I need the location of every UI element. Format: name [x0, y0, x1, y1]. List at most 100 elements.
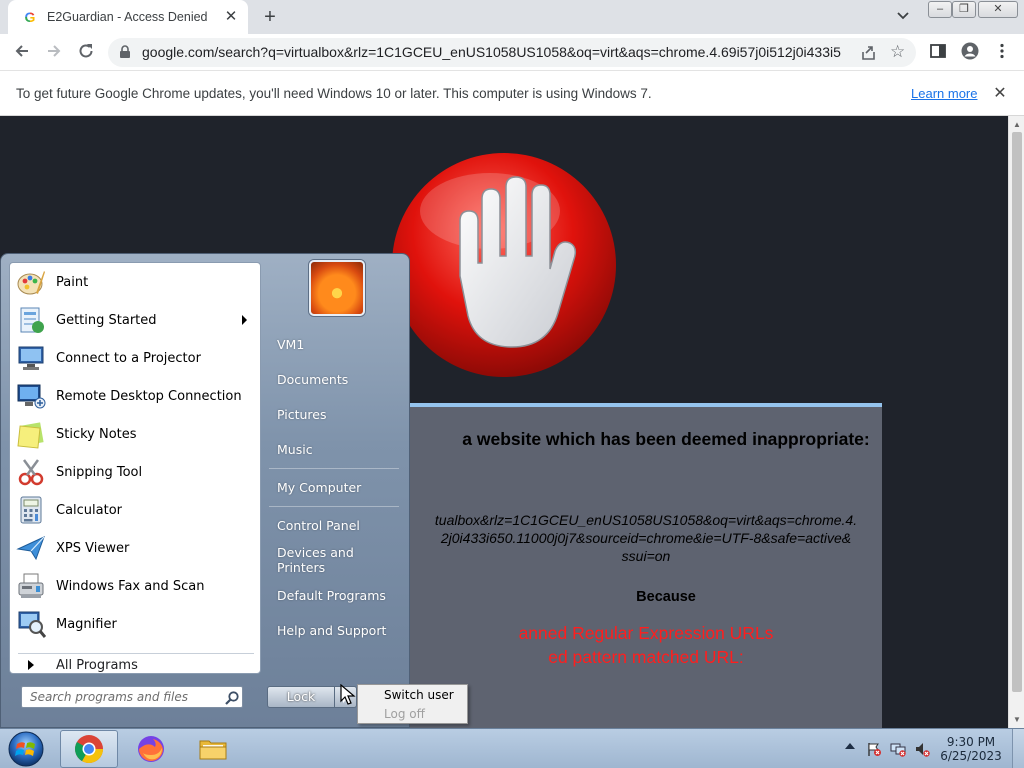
- program-sticky-notes[interactable]: Sticky Notes: [10, 415, 260, 453]
- start-item-music[interactable]: Music: [269, 434, 403, 464]
- tab-strip: G E2Guardian - Access Denied ✕ + – ❐ ✕: [0, 0, 1024, 34]
- program-snipping-tool[interactable]: Snipping Tool: [10, 453, 260, 491]
- start-item-help-support[interactable]: Help and Support: [269, 615, 403, 645]
- start-search-box[interactable]: [21, 686, 243, 708]
- program-connect-projector[interactable]: Connect to a Projector: [10, 339, 260, 377]
- all-programs-button[interactable]: All Programs: [18, 655, 258, 675]
- projector-icon: [14, 342, 48, 374]
- window-maximize-button[interactable]: ❐: [952, 1, 976, 18]
- program-label: Getting Started: [56, 312, 157, 328]
- denial-panel: a website which has been deemed inapprop…: [410, 403, 882, 728]
- user-avatar[interactable]: [309, 260, 365, 316]
- program-paint[interactable]: Paint: [10, 263, 260, 301]
- start-item-pictures[interactable]: Pictures: [269, 399, 403, 429]
- lock-button[interactable]: Lock: [267, 686, 335, 708]
- taskbar: 9:30 PM 6/25/2023: [0, 728, 1024, 768]
- action-center-flag-icon[interactable]: [866, 741, 882, 757]
- mouse-cursor-icon: [340, 684, 356, 705]
- system-clock[interactable]: 9:30 PM 6/25/2023: [936, 735, 1006, 763]
- blocked-url-line: tualbox&rlz=1C1GCEU_enUS1058US1058&oq=vi…: [434, 512, 858, 528]
- program-fax-scan[interactable]: Windows Fax and Scan: [10, 567, 260, 605]
- window-minimize-button[interactable]: –: [928, 1, 952, 18]
- new-tab-button[interactable]: +: [258, 6, 282, 28]
- lock-icon[interactable]: [118, 45, 132, 59]
- divider: [269, 506, 399, 507]
- start-search-input[interactable]: [22, 687, 220, 707]
- address-bar[interactable]: google.com/search?q=virtualbox&rlz=1C1GC…: [108, 38, 916, 67]
- side-panel-icon[interactable]: [928, 42, 948, 62]
- tab-search-chevron-icon[interactable]: [896, 8, 914, 26]
- scroll-down-icon[interactable]: ▼: [1013, 715, 1021, 724]
- scroll-up-icon[interactable]: ▲: [1013, 120, 1021, 129]
- clock-time: 9:30 PM: [946, 735, 996, 749]
- bookmark-star-icon[interactable]: ☆: [890, 42, 908, 61]
- switch-user-item[interactable]: Switch user: [384, 688, 454, 702]
- share-icon[interactable]: [860, 44, 878, 62]
- start-item-default-programs[interactable]: Default Programs: [269, 580, 403, 610]
- reload-icon[interactable]: [76, 42, 96, 62]
- program-xps-viewer[interactable]: XPS Viewer: [10, 529, 260, 567]
- triangle-right-icon: [28, 660, 34, 670]
- start-item-devices-printers[interactable]: Devices and Printers: [269, 545, 403, 575]
- submenu-arrow-icon[interactable]: [242, 315, 247, 325]
- start-orb-button[interactable]: [4, 730, 48, 768]
- program-label: Paint: [56, 274, 89, 290]
- program-label: Connect to a Projector: [56, 350, 201, 366]
- tab-close-icon[interactable]: ✕: [222, 8, 240, 26]
- remote-desktop-icon: [14, 380, 48, 412]
- program-label: Windows Fax and Scan: [56, 578, 205, 594]
- start-menu: Paint Getting Started Connect to a Proje…: [0, 253, 410, 728]
- learn-more-link[interactable]: Learn more: [911, 86, 977, 101]
- infobar-message: To get future Google Chrome updates, you…: [16, 86, 652, 101]
- window-close-button[interactable]: ✕: [978, 1, 1018, 18]
- blocked-url-line: 2j0i433i650.11000j0j7&sourceid=chrome&ie…: [440, 530, 852, 546]
- show-hidden-icons-icon[interactable]: [845, 743, 855, 749]
- taskbar-explorer-button[interactable]: [184, 730, 242, 768]
- program-label: Sticky Notes: [56, 426, 137, 442]
- taskbar-chrome-button[interactable]: [60, 730, 118, 768]
- program-magnifier[interactable]: Magnifier: [10, 605, 260, 643]
- profile-avatar-icon[interactable]: [960, 42, 980, 62]
- blocked-url-line: ssui=on: [621, 548, 671, 564]
- start-item-vm1[interactable]: VM1: [269, 329, 403, 359]
- magnifier-icon: [14, 608, 48, 640]
- taskbar-firefox-button[interactable]: [122, 730, 180, 768]
- program-label: Magnifier: [56, 616, 117, 632]
- scroll-thumb[interactable]: [1012, 132, 1022, 692]
- clock-date: 6/25/2023: [940, 749, 1002, 763]
- url-text[interactable]: google.com/search?q=virtualbox&rlz=1C1GC…: [142, 44, 842, 60]
- program-remote-desktop[interactable]: Remote Desktop Connection: [10, 377, 260, 415]
- network-icon[interactable]: [890, 741, 906, 757]
- page-scrollbar[interactable]: ▲ ▼: [1008, 116, 1024, 728]
- start-item-my-computer[interactable]: My Computer: [269, 472, 403, 502]
- start-item-documents[interactable]: Documents: [269, 364, 403, 394]
- infobar-close-icon[interactable]: ✕: [991, 83, 1009, 102]
- back-arrow-icon[interactable]: [12, 42, 32, 62]
- fax-scan-icon: [14, 570, 48, 602]
- divider: [269, 468, 399, 469]
- forward-arrow-icon[interactable]: [44, 42, 64, 62]
- firefox-icon: [138, 736, 164, 762]
- show-desktop-button[interactable]: [1012, 729, 1024, 768]
- log-off-item[interactable]: Log off: [384, 707, 425, 721]
- browser-tab[interactable]: G E2Guardian - Access Denied ✕: [8, 0, 248, 34]
- sticky-notes-icon: [14, 418, 48, 450]
- getting-started-icon: [14, 304, 48, 336]
- denial-heading: a website which has been deemed inapprop…: [462, 429, 870, 449]
- search-icon[interactable]: [224, 690, 240, 706]
- program-calculator[interactable]: Calculator: [10, 491, 260, 529]
- denial-reason-line: ed pattern matched URL:: [548, 647, 744, 667]
- kebab-menu-icon[interactable]: [992, 42, 1012, 62]
- snipping-tool-icon: [14, 456, 48, 488]
- tab-title: E2Guardian - Access Denied: [47, 10, 208, 24]
- program-getting-started[interactable]: Getting Started: [10, 301, 260, 339]
- google-favicon-icon: G: [22, 9, 38, 25]
- file-explorer-icon: [199, 740, 227, 760]
- stop-hand-icon: [392, 153, 616, 377]
- pinned-programs-pane: Paint Getting Started Connect to a Proje…: [9, 262, 261, 674]
- start-item-control-panel[interactable]: Control Panel: [269, 510, 403, 540]
- program-label: Calculator: [56, 502, 123, 518]
- denial-reason-line: anned Regular Expression URLs: [518, 623, 774, 643]
- volume-icon[interactable]: [914, 741, 930, 757]
- program-label: Remote Desktop Connection: [56, 388, 242, 404]
